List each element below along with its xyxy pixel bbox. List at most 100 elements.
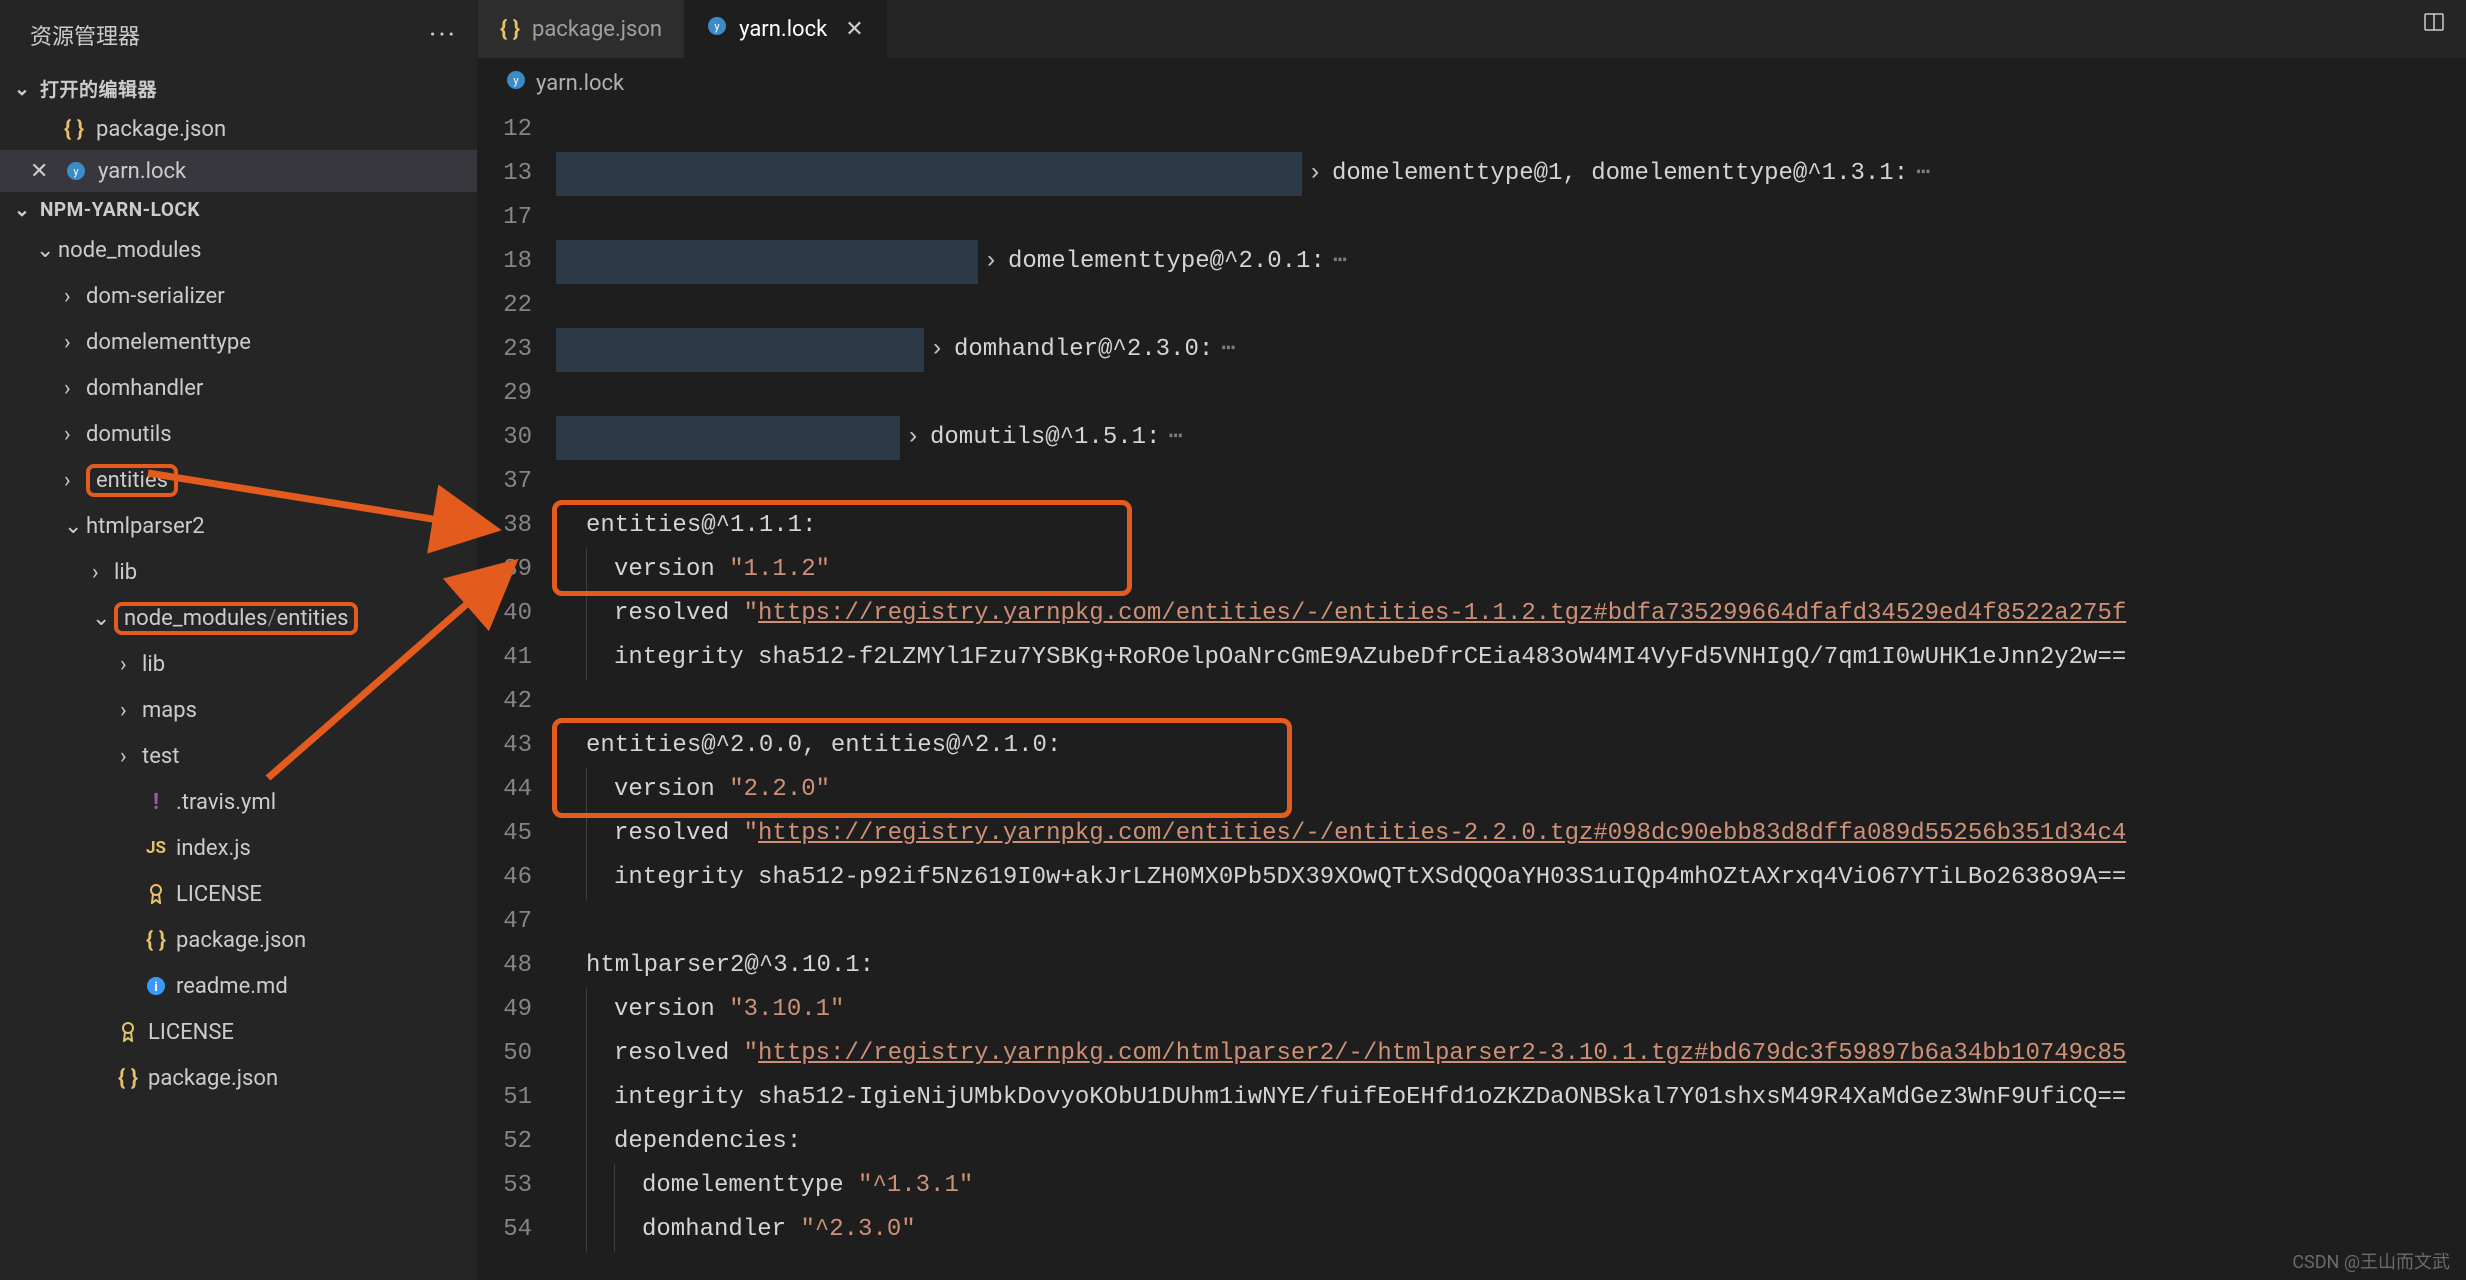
tree-item-label: readme.md <box>176 974 288 999</box>
file-item[interactable]: LICENSE <box>0 1009 477 1055</box>
line-number: 12 <box>478 108 532 152</box>
tree-item-label: lib <box>142 652 165 677</box>
annotation-box: node_modules / entities <box>114 602 358 635</box>
open-editors-label: 打开的编辑器 <box>40 75 157 102</box>
line-number: 41 <box>478 636 532 680</box>
folder-item[interactable]: ⌄htmlparser2 <box>0 503 477 549</box>
folded-indicator[interactable]: ⋯ <box>1908 152 1930 196</box>
folder-item[interactable]: ›lib <box>0 641 477 687</box>
file-item[interactable]: !.travis.yml <box>0 779 477 825</box>
file-item[interactable]: LICENSE <box>0 871 477 917</box>
open-editor-item[interactable]: ✕ y yarn.lock <box>0 150 477 192</box>
line-number: 53 <box>478 1164 532 1208</box>
chevron-right-icon[interactable]: › <box>978 240 1004 284</box>
line-number: 45 <box>478 812 532 856</box>
chevron-right-icon[interactable]: › <box>924 328 950 372</box>
chevron-right-icon: › <box>120 698 142 723</box>
code-line[interactable] <box>556 108 2466 152</box>
code-line[interactable] <box>556 900 2466 944</box>
open-editor-item[interactable]: { } package.json <box>0 108 477 150</box>
folder-item[interactable]: ›domutils <box>0 411 477 457</box>
folder-item[interactable]: ⌄node_modules <box>0 227 477 273</box>
code-line[interactable]: domhandler "^2.3.0" <box>556 1208 2466 1252</box>
project-label: NPM-YARN-LOCK <box>40 198 200 221</box>
chevron-right-icon[interactable]: › <box>900 416 926 460</box>
tree-item-label: node_modules <box>58 238 201 263</box>
tab-label: package.json <box>532 17 662 42</box>
code-line[interactable]: resolved "https://registry.yarnpkg.com/e… <box>556 812 2466 856</box>
chevron-right-icon: › <box>92 560 114 585</box>
folder-item[interactable]: ›domelementtype <box>0 319 477 365</box>
code-line[interactable] <box>556 284 2466 328</box>
chevron-right-icon: › <box>64 284 86 309</box>
open-editors-section[interactable]: ⌄ 打开的编辑器 <box>0 69 477 108</box>
tree-item-label: dom-serializer <box>86 284 225 309</box>
code-line[interactable]: domelementtype "^1.3.1" <box>556 1164 2466 1208</box>
tree-item-label: package.json <box>176 928 306 953</box>
editor: { } package.json y yarn.lock ✕ y yarn.lo… <box>478 0 2466 1280</box>
code-line[interactable]: entities@^2.0.0, entities@^2.1.0: <box>556 724 2466 768</box>
tree-item-label: domhandler <box>86 376 203 401</box>
folder-item[interactable]: ›entities <box>0 457 477 503</box>
folder-item[interactable]: ›domhandler <box>0 365 477 411</box>
line-number: 54 <box>478 1208 532 1252</box>
close-icon[interactable]: ✕ <box>845 17 863 42</box>
code-line[interactable]: ›domhandler@^2.3.0:⋯ <box>556 328 2466 372</box>
folder-item[interactable]: ›test <box>0 733 477 779</box>
code-line[interactable]: ›domelementtype@1, domelementtype@^1.3.1… <box>556 152 2466 196</box>
file-item[interactable]: i readme.md <box>0 963 477 1009</box>
chevron-down-icon: ⌄ <box>14 77 32 100</box>
chevron-down-icon: ⌄ <box>92 606 114 631</box>
code-line[interactable]: htmlparser2@^3.10.1: <box>556 944 2466 988</box>
code-line[interactable]: resolved "https://registry.yarnpkg.com/e… <box>556 592 2466 636</box>
breadcrumb[interactable]: y yarn.lock <box>478 58 2466 108</box>
code-line[interactable]: integrity sha512-IgieNijUMbkDovyoKObU1DU… <box>556 1076 2466 1120</box>
tree-item-label: .travis.yml <box>176 790 276 815</box>
close-icon[interactable]: ✕ <box>30 159 50 184</box>
explorer-header: 资源管理器 ··· <box>0 0 477 69</box>
tab-yarn-lock[interactable]: y yarn.lock ✕ <box>685 0 887 58</box>
project-section[interactable]: ⌄ NPM-YARN-LOCK <box>0 192 477 227</box>
code-line[interactable]: version "3.10.1" <box>556 988 2466 1032</box>
svg-text:i: i <box>154 980 157 995</box>
code-line[interactable]: version "2.2.0" <box>556 768 2466 812</box>
code-line[interactable] <box>556 372 2466 416</box>
folder-item[interactable]: ›dom-serializer <box>0 273 477 319</box>
line-number: 13 <box>478 152 532 196</box>
more-icon[interactable]: ··· <box>429 18 457 51</box>
code-line[interactable] <box>556 680 2466 724</box>
code-line[interactable]: resolved "https://registry.yarnpkg.com/h… <box>556 1032 2466 1076</box>
folder-item[interactable]: ›maps <box>0 687 477 733</box>
code-line[interactable]: integrity sha512-f2LZMYl1Fzu7YSBKg+RoROe… <box>556 636 2466 680</box>
code-content[interactable]: ›domelementtype@1, domelementtype@^1.3.1… <box>556 108 2466 1280</box>
tree-item-label: lib <box>114 560 137 585</box>
code-line[interactable]: entities@^1.1.1: <box>556 504 2466 548</box>
code-line[interactable]: dependencies: <box>556 1120 2466 1164</box>
tree-item-label: htmlparser2 <box>86 514 205 539</box>
chevron-right-icon[interactable]: › <box>1302 152 1328 196</box>
folder-item[interactable]: ⌄node_modules / entities <box>0 595 477 641</box>
code-line[interactable]: version "1.1.2" <box>556 548 2466 592</box>
folded-indicator[interactable]: ⋯ <box>1213 328 1235 372</box>
code-line[interactable] <box>556 196 2466 240</box>
info-icon: i <box>142 976 170 996</box>
json-icon: { } <box>500 17 520 42</box>
folded-indicator[interactable]: ⋯ <box>1325 240 1347 284</box>
tab-package-json[interactable]: { } package.json <box>478 0 685 58</box>
json-icon: { } <box>58 117 90 142</box>
split-editor-icon[interactable] <box>2422 10 2446 40</box>
code-line[interactable]: ›domelementtype@^2.0.1:⋯ <box>556 240 2466 284</box>
chevron-down-icon: ⌄ <box>14 198 32 221</box>
file-item[interactable]: JSindex.js <box>0 825 477 871</box>
folder-item[interactable]: ›lib <box>0 549 477 595</box>
code-line[interactable]: integrity sha512-p92if5Nz619I0w+akJrLZH0… <box>556 856 2466 900</box>
file-item[interactable]: { }package.json <box>0 1055 477 1101</box>
annotation-box: entities <box>86 464 178 497</box>
svg-text:y: y <box>714 20 720 33</box>
code-area[interactable]: 1213171822232930373839404142434445464748… <box>478 108 2466 1280</box>
code-line[interactable]: ›domutils@^1.5.1:⋯ <box>556 416 2466 460</box>
line-number: 47 <box>478 900 532 944</box>
code-line[interactable] <box>556 460 2466 504</box>
folded-indicator[interactable]: ⋯ <box>1160 416 1182 460</box>
file-item[interactable]: { }package.json <box>0 917 477 963</box>
